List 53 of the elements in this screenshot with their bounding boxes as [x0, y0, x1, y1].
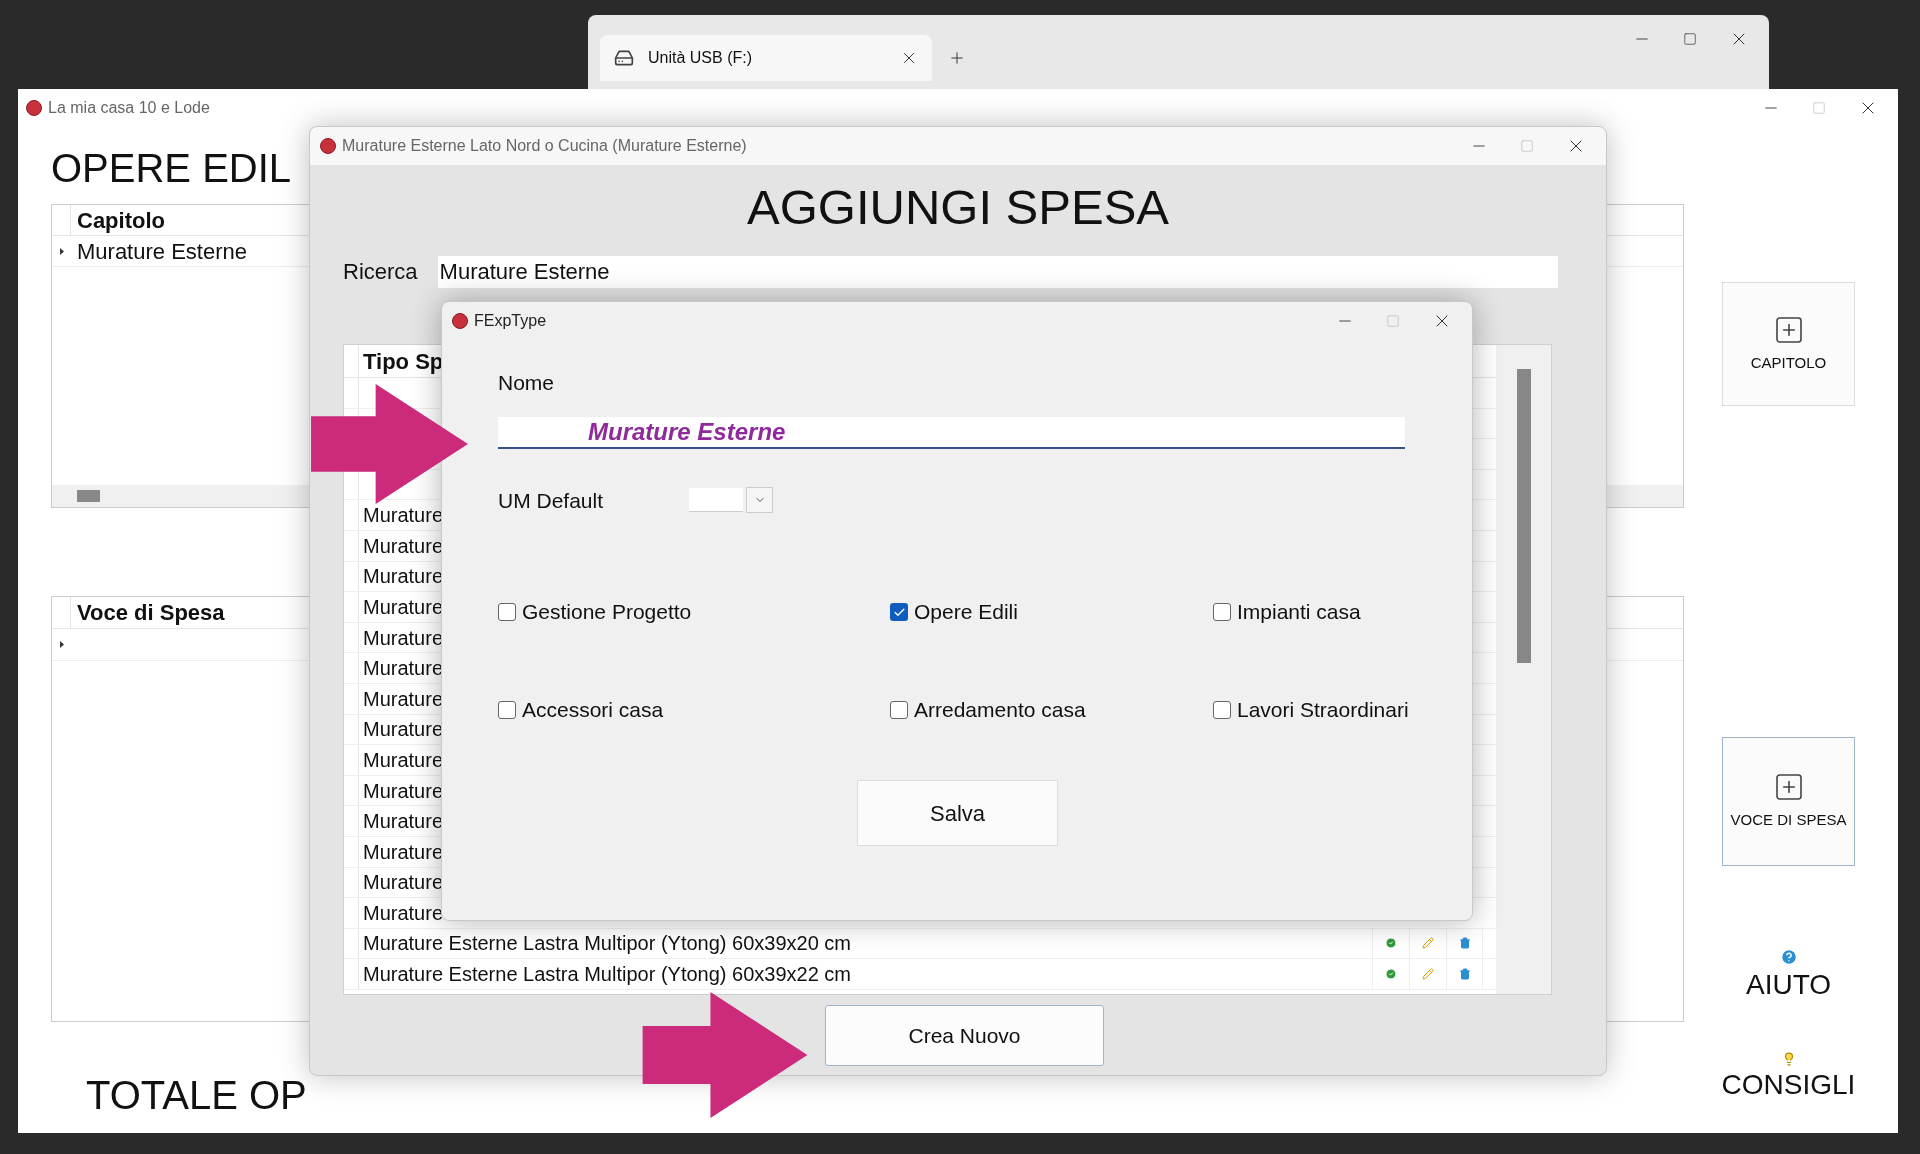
- checkbox[interactable]: [498, 701, 516, 719]
- drive-tab[interactable]: Unità USB (F:): [600, 35, 932, 81]
- name-label: Nome: [498, 370, 556, 396]
- window-title: Murature Esterne Lato Nord o Cucina (Murature Esterne): [342, 136, 747, 156]
- column-header: Tipo Sp: [362, 348, 444, 376]
- add-button[interactable]: VOCE DI SPESA: [1722, 737, 1855, 866]
- category-checkbox[interactable]: Accessori casa: [498, 698, 890, 722]
- app-logo-icon: [26, 99, 42, 116]
- table-cell[interactable]: Murature Esterne Lastra Multipor (Ytong) 60x39x22 cm: [359, 959, 1372, 990]
- window-title: FExpType: [474, 310, 547, 331]
- category-checkbox[interactable]: Impianti casa: [1213, 600, 1473, 624]
- delete-icon[interactable]: [1458, 968, 1471, 981]
- add-button[interactable]: CAPITOLO: [1722, 282, 1855, 406]
- name-field[interactable]: Murature Esterne: [498, 416, 1405, 449]
- vertical-scrollbar[interactable]: [1496, 345, 1551, 994]
- search-label: Ricerca: [343, 258, 418, 286]
- checkbox[interactable]: [890, 701, 908, 719]
- category-checkbox[interactable]: Lavori Straordinari: [1213, 698, 1473, 722]
- tab-label: Unità USB (F:): [648, 48, 753, 68]
- edit-icon[interactable]: [1422, 968, 1434, 981]
- table-cell[interactable]: Murature Esterne Lastra Multipor (Ytong) 60x39x20 cm: [359, 928, 1372, 959]
- column-header: Capitolo: [76, 207, 165, 235]
- check-icon[interactable]: [1385, 937, 1397, 950]
- edit-icon[interactable]: [1422, 937, 1434, 950]
- scrollbar-thumb[interactable]: [1516, 369, 1531, 663]
- total-label: TOTALE OP: [86, 1073, 307, 1117]
- save-button[interactable]: Salva: [857, 780, 1058, 846]
- new-tab-icon[interactable]: [948, 49, 966, 67]
- create-new-button[interactable]: Crea Nuovo: [825, 1005, 1104, 1066]
- category-checkbox[interactable]: Opere Edili: [890, 600, 1213, 624]
- check-icon[interactable]: [1385, 968, 1397, 981]
- delete-icon[interactable]: [1458, 937, 1471, 950]
- app-logo-icon: [452, 312, 468, 329]
- um-default-label: UM Default: [498, 487, 605, 514]
- checkbox[interactable]: [498, 603, 516, 621]
- link-button[interactable]: CONSIGLI: [1721, 1052, 1856, 1100]
- category-checkbox[interactable]: Gestione Progetto: [498, 600, 890, 624]
- maximize-icon[interactable]: [1683, 32, 1697, 46]
- link-button[interactable]: AIUTO: [1745, 948, 1832, 1000]
- page-heading: OPERE EDIL: [51, 145, 292, 192]
- window-title: La mia casa 10 e Lode: [48, 97, 210, 118]
- category-checkbox[interactable]: Arredamento casa: [890, 698, 1213, 722]
- scrollbar-thumb[interactable]: [77, 490, 100, 502]
- help-icon: [1779, 948, 1798, 966]
- app-logo-icon: [320, 138, 336, 154]
- drive-icon: [614, 48, 634, 68]
- dialog-heading: AGGIUNGI SPESA: [745, 179, 1171, 235]
- table-cell[interactable]: Murature Esterne: [71, 234, 247, 268]
- search-field[interactable]: Murature Esterne: [437, 255, 1558, 288]
- checkbox[interactable]: [1213, 603, 1231, 621]
- column-header: Voce di Spesa: [76, 599, 225, 627]
- checkbox[interactable]: [890, 603, 908, 621]
- checkbox[interactable]: [1213, 701, 1231, 719]
